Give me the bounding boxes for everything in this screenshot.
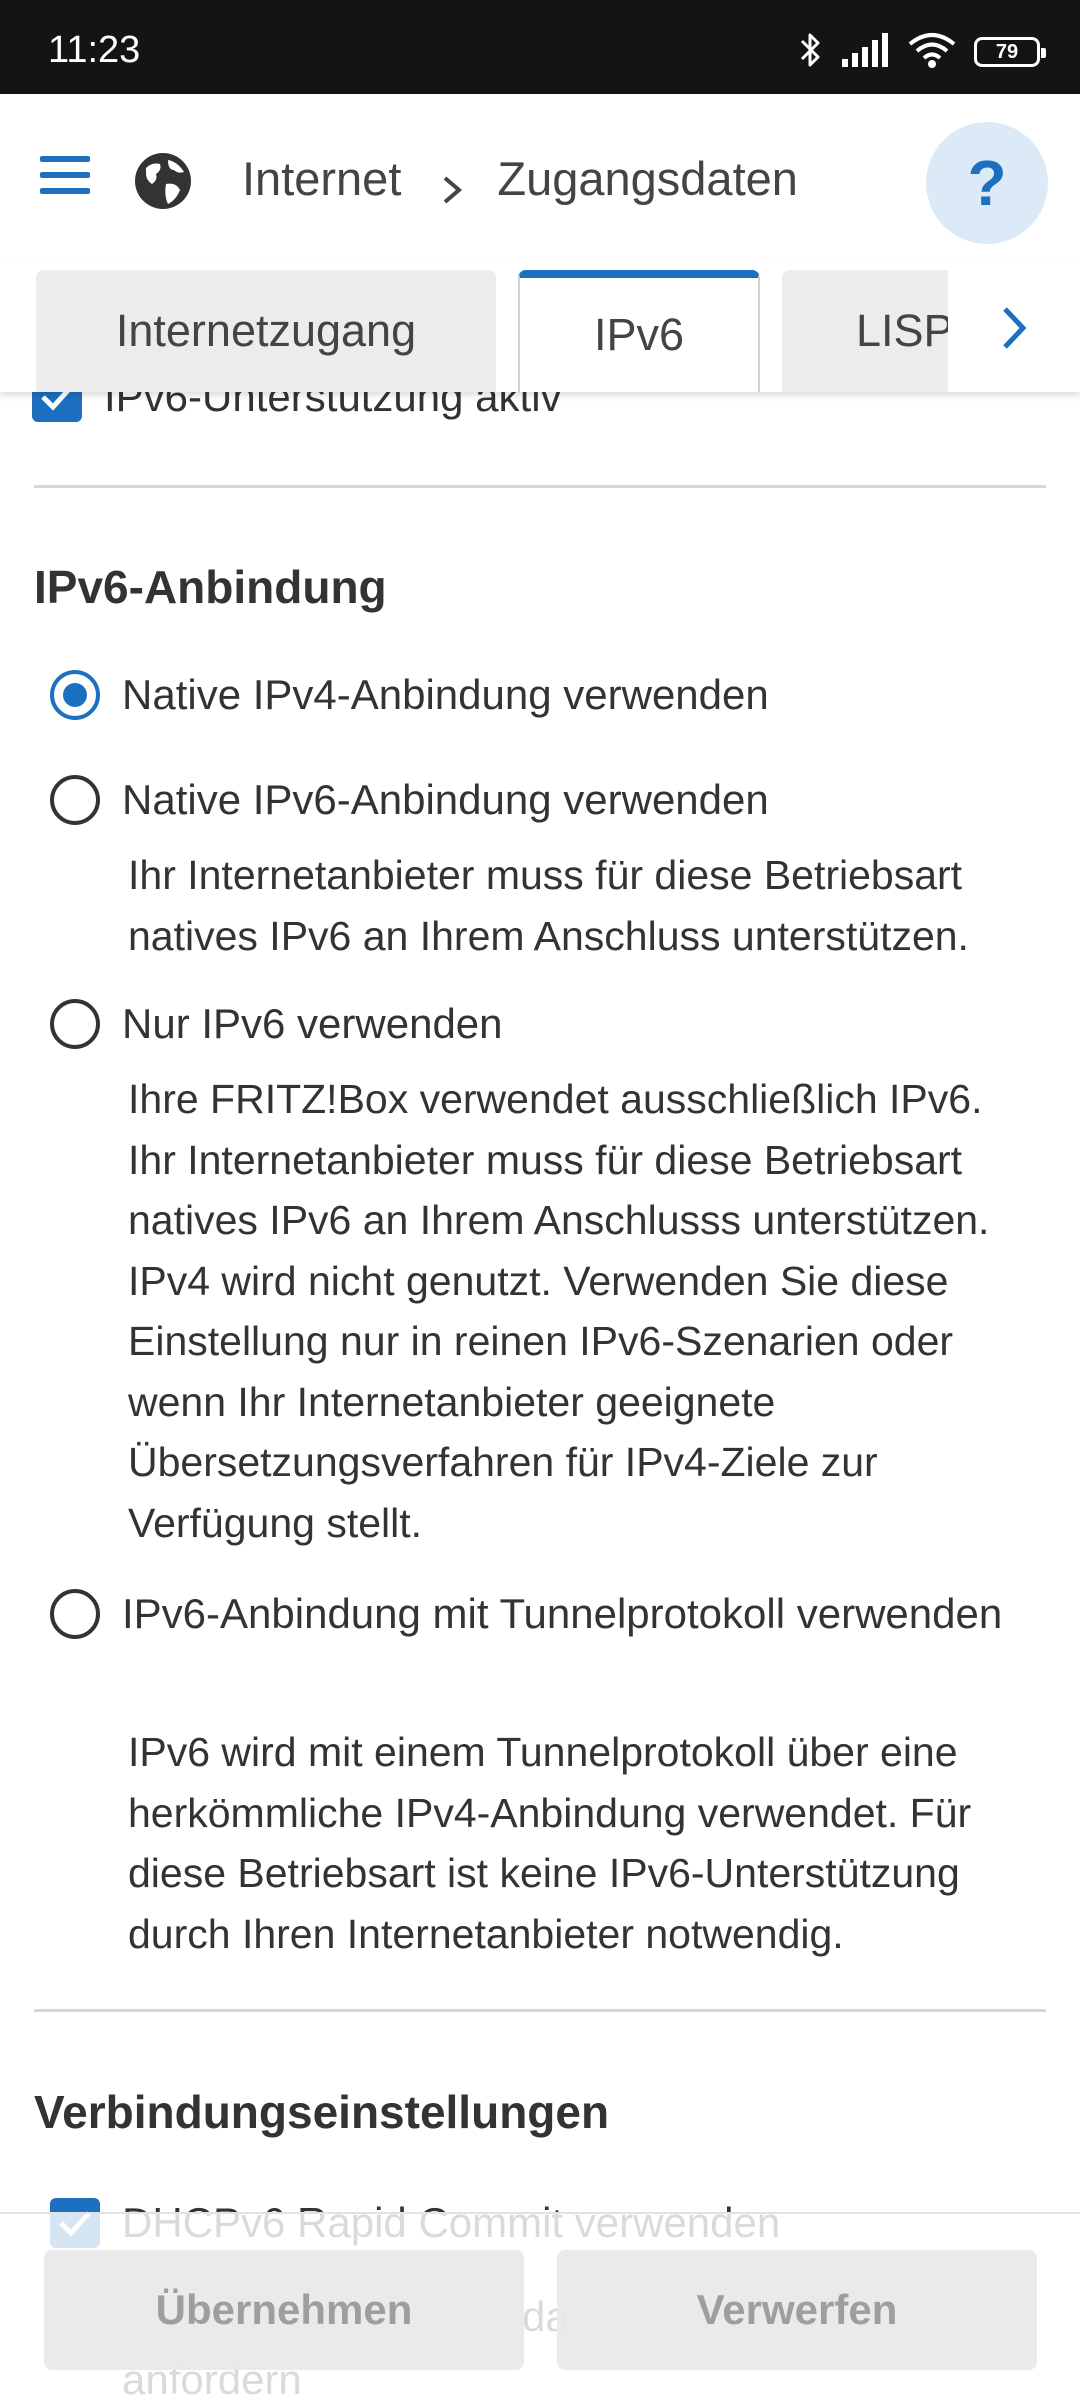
tab-label: LISP [856, 305, 954, 356]
tab-ipv6[interactable]: IPv6 [518, 270, 760, 392]
radio-tunnel[interactable] [50, 1589, 100, 1639]
section-heading-ipv6-anbindung: IPv6-Anbindung [34, 561, 387, 613]
discard-button-label: Verwerfen [696, 2286, 898, 2333]
radio-description-only-ipv6: Ihre FRITZ!Box verwendet ausschließlich … [128, 1076, 990, 1546]
radio-only-ipv6[interactable] [50, 999, 100, 1049]
tab-label: Internetzugang [115, 305, 417, 356]
radio-label-only-ipv6[interactable]: Nur IPv6 verwenden [122, 991, 1022, 1057]
chevron-right-icon [1003, 307, 1027, 349]
apply-button[interactable]: Übernehmen [44, 2250, 524, 2370]
radio-label-native-ipv4[interactable]: Native IPv4-Anbindung verwenden [122, 662, 1022, 728]
apply-button-label: Übernehmen [155, 2286, 413, 2333]
radio-selected-dot [63, 683, 87, 707]
radio-native-ipv4[interactable] [50, 670, 100, 720]
divider [34, 485, 1046, 488]
radio-label-native-ipv6[interactable]: Native IPv6-Anbindung verwenden [122, 767, 1022, 833]
radio-native-ipv6[interactable] [50, 775, 100, 825]
section-heading-verbindungseinstellungen: Verbindungseinstellungen [34, 2086, 610, 2138]
discard-button[interactable]: Verwerfen [557, 2250, 1037, 2370]
radio-description-tunnel: IPv6 wird mit einem Tunnelprotokoll über… [128, 1729, 972, 1957]
tab-internetzugang[interactable]: Internetzugang [36, 270, 496, 392]
tab-label: IPv6 [593, 309, 685, 360]
tab-bar: Internetzugang IPv6 LISP [0, 264, 1080, 392]
radio-label-tunnel[interactable]: IPv6-Anbindung mit Tunnelprotokoll verwe… [122, 1581, 1022, 1647]
divider [34, 2009, 1046, 2012]
action-bar: Übernehmen Verwerfen [0, 2212, 1080, 2400]
radio-description-native-ipv6: Ihr Internetanbieter muss für diese Betr… [128, 852, 969, 959]
tab-scroll-right-button[interactable] [948, 264, 1080, 392]
